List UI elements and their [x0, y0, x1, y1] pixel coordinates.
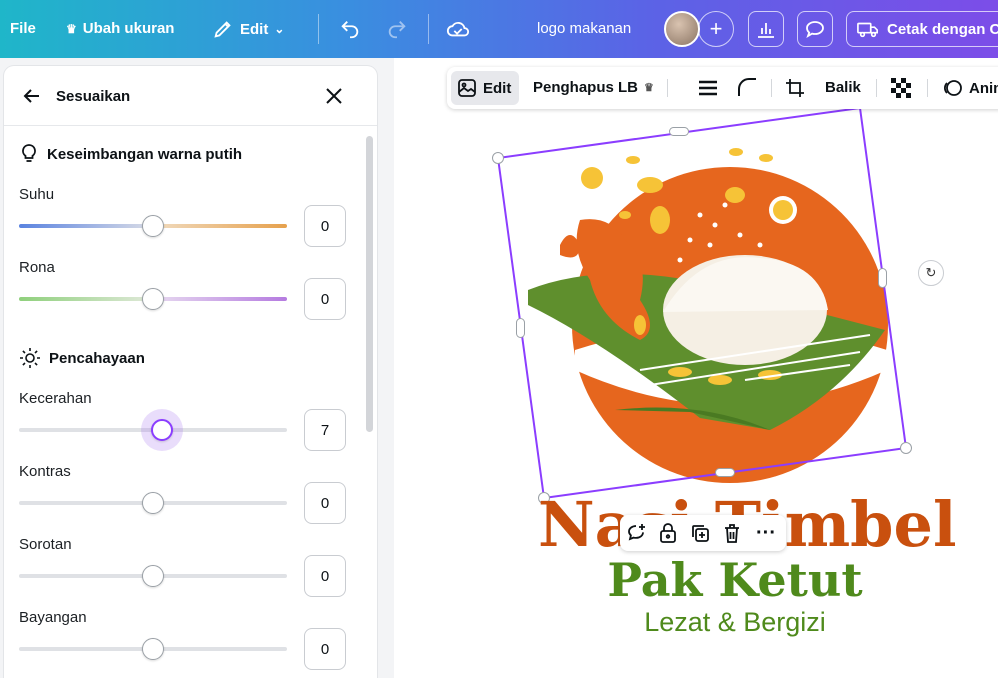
file-menu[interactable]: File — [10, 20, 36, 37]
resize-handle-right[interactable] — [878, 268, 887, 288]
temperature-slider-knob[interactable] — [142, 215, 164, 237]
highlights-label: Sorotan — [19, 536, 72, 553]
flip-button[interactable]: Balik — [825, 79, 861, 96]
resize-handle-bottom[interactable] — [715, 468, 735, 477]
rotate-icon: ↻ — [925, 265, 937, 280]
image-toolbar: Edit Penghapus LB ♛ Balik Anim — [447, 67, 998, 109]
crown-icon: ♛ — [644, 82, 654, 94]
bg-remover-button[interactable]: Penghapus LB ♛ — [533, 79, 654, 96]
avatar[interactable] — [664, 11, 700, 47]
resize-handle-bottom-right[interactable] — [900, 442, 912, 454]
checkerboard-icon — [891, 78, 911, 98]
edit-menu[interactable]: Edit ⌄ — [212, 18, 284, 40]
edit-image-label: Edit — [483, 79, 512, 97]
resize-button[interactable]: ♛ Ubah ukuran — [66, 20, 174, 37]
close-icon[interactable] — [325, 87, 343, 105]
animate-button[interactable]: Anim — [941, 78, 998, 98]
white-balance-label: Keseimbangan warna putih — [47, 145, 243, 163]
print-button[interactable]: Cetak dengan C — [846, 11, 998, 47]
contrast-slider-knob[interactable] — [142, 492, 164, 514]
element-quick-toolbar: ··· — [620, 515, 786, 551]
animate-label: Anim — [969, 79, 998, 97]
comments-button[interactable] — [797, 11, 833, 47]
line-weight-icon — [699, 80, 717, 96]
tint-label: Rona — [19, 259, 55, 276]
divider — [667, 79, 668, 97]
shadows-value[interactable]: 0 — [304, 628, 346, 670]
crown-icon: ♛ — [66, 21, 77, 36]
more-options-icon[interactable]: ··· — [754, 521, 778, 545]
contrast-label: Kontras — [19, 463, 71, 480]
resize-handle-left[interactable] — [516, 318, 525, 338]
rotate-handle[interactable]: ↻ — [918, 260, 944, 286]
contrast-value[interactable]: 0 — [304, 482, 346, 524]
chevron-down-icon: ⌄ — [274, 22, 285, 36]
panel-header: Sesuaikan — [4, 66, 377, 126]
pencil-icon — [214, 21, 231, 38]
edit-label: Edit — [240, 20, 269, 38]
divider — [771, 79, 772, 97]
animate-icon — [944, 80, 962, 96]
highlights-value[interactable]: 0 — [304, 555, 346, 597]
line-style-button[interactable] — [698, 79, 718, 97]
brightness-label: Kecerahan — [19, 390, 92, 407]
divider — [876, 79, 877, 97]
white-balance-heading: Keseimbangan warna putih — [19, 143, 242, 165]
panel-title: Sesuaikan — [56, 88, 131, 105]
print-label: Cetak dengan C — [887, 20, 998, 38]
lighting-label: Pencahayaan — [49, 349, 145, 367]
lighting-heading: Pencahayaan — [19, 347, 145, 369]
tint-value[interactable]: 0 — [304, 278, 346, 320]
file-label: File — [10, 20, 36, 37]
brightness-slider-knob[interactable] — [151, 419, 173, 441]
temperature-value[interactable]: 0 — [304, 205, 346, 247]
undo-icon[interactable] — [339, 18, 361, 40]
comment-icon — [806, 21, 824, 39]
add-collaborator-button[interactable]: + — [698, 11, 734, 47]
shadows-label: Bayangan — [19, 609, 87, 626]
flip-label: Balik — [825, 79, 861, 96]
insights-button[interactable] — [748, 11, 784, 47]
design-title[interactable]: logo makanan — [537, 20, 631, 37]
bg-remover-label: Penghapus LB — [533, 79, 639, 96]
shadows-slider-knob[interactable] — [142, 638, 164, 660]
design-title-text: logo makanan — [537, 20, 632, 37]
lightbulb-icon — [22, 144, 36, 162]
crop-button[interactable] — [785, 78, 805, 98]
comment-add-icon[interactable] — [624, 521, 648, 545]
temperature-label: Suhu — [19, 186, 55, 203]
duplicate-icon[interactable] — [688, 521, 712, 545]
truck-icon — [857, 22, 878, 38]
brightness-value[interactable]: 7 — [304, 409, 346, 451]
lock-icon[interactable] — [656, 521, 680, 545]
trash-icon[interactable] — [720, 521, 744, 545]
corner-rounding-button[interactable] — [737, 77, 757, 97]
divider — [428, 14, 429, 44]
crop-icon — [786, 79, 804, 97]
divider — [318, 14, 319, 44]
top-bar: File ♛ Ubah ukuran Edit ⌄ logo makanan +… — [0, 0, 998, 58]
resize-handle-top[interactable] — [669, 127, 689, 136]
plus-icon: + — [709, 16, 723, 41]
transparency-button[interactable] — [891, 78, 911, 98]
highlights-slider-knob[interactable] — [142, 565, 164, 587]
logo-title-line2[interactable]: Pak Ketut — [560, 555, 910, 605]
cloud-saved-icon[interactable] — [446, 18, 470, 40]
panel-scrollbar[interactable] — [366, 136, 373, 432]
resize-label: Ubah ukuran — [82, 20, 175, 37]
tint-slider-knob[interactable] — [142, 288, 164, 310]
logo-tagline[interactable]: Lezat & Bergizi — [600, 606, 870, 638]
corner-radius-icon — [738, 78, 756, 96]
resize-handle-top-left[interactable] — [492, 152, 504, 164]
image-edit-icon — [458, 79, 476, 97]
edit-image-button[interactable]: Edit — [457, 78, 511, 98]
divider — [927, 79, 928, 97]
sun-icon — [20, 348, 40, 368]
redo-icon[interactable] — [386, 18, 408, 40]
back-arrow-icon[interactable] — [22, 86, 42, 106]
bar-chart-icon — [758, 23, 774, 38]
